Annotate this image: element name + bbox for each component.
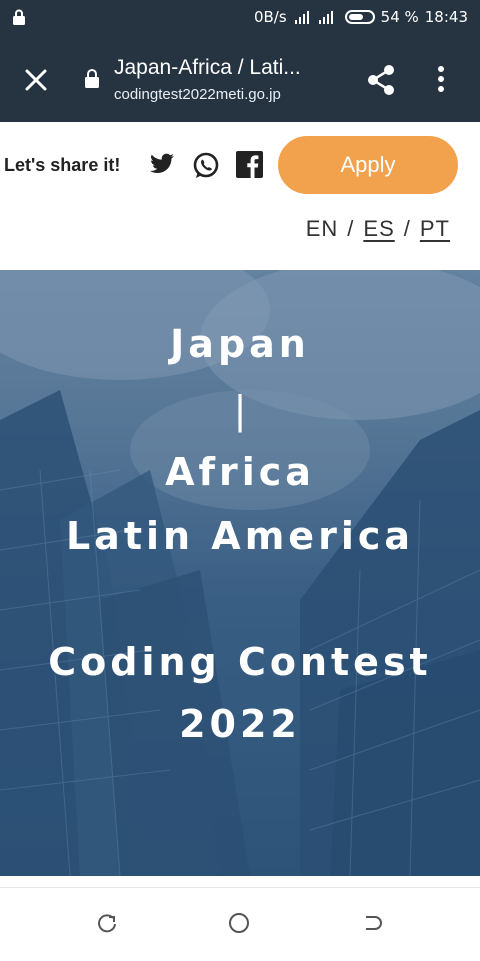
- hero-banner: Japan | Africa Latin America Coding Cont…: [0, 270, 480, 876]
- system-nav-bar: [0, 887, 480, 961]
- status-bar: 0B/s 54 % 18:43: [0, 0, 480, 36]
- lock-icon: [85, 69, 99, 88]
- hero-line-japan: Japan: [170, 322, 310, 366]
- hero-line-coding-contest: Coding Contest: [48, 640, 432, 684]
- hero-line-africa: Africa: [165, 450, 315, 494]
- page-title: Japan-Africa / Lati...: [114, 56, 301, 79]
- signal-icon: [294, 11, 333, 24]
- home-icon[interactable]: [228, 912, 250, 934]
- lang-separator: /: [347, 216, 355, 241]
- battery-level: 54 %: [380, 8, 419, 26]
- share-icon[interactable]: [366, 64, 396, 96]
- recent-apps-icon[interactable]: [96, 912, 118, 934]
- hero-divider: |: [233, 388, 247, 432]
- status-right: 0B/s 54 % 18:43: [254, 8, 468, 26]
- twitter-icon[interactable]: [148, 151, 176, 177]
- site-header: Let's share it! Apply EN / ES / PT: [0, 122, 480, 270]
- hero-line-latin-america: Latin America: [65, 514, 415, 558]
- share-label: Let's share it!: [4, 155, 121, 175]
- whatsapp-icon[interactable]: [191, 151, 221, 181]
- hero-line-year: 2022: [179, 702, 301, 746]
- back-icon[interactable]: [362, 912, 384, 934]
- lang-en[interactable]: EN: [306, 216, 339, 241]
- data-rate: 0B/s: [253, 8, 287, 26]
- clock: 18:43: [424, 8, 468, 26]
- lock-icon: [13, 9, 25, 25]
- close-icon[interactable]: [22, 66, 50, 94]
- lang-separator: /: [403, 216, 411, 241]
- battery-icon: [344, 10, 375, 24]
- page-url[interactable]: codingtest2022meti.go.jp: [114, 86, 281, 103]
- more-vert-icon[interactable]: [436, 64, 446, 94]
- apply-button[interactable]: Apply: [278, 136, 458, 194]
- lang-es[interactable]: ES: [363, 216, 394, 241]
- facebook-icon[interactable]: [236, 151, 263, 178]
- language-switcher: EN / ES / PT: [306, 216, 450, 242]
- browser-toolbar: Japan-Africa / Lati... codingtest2022met…: [0, 36, 480, 122]
- lang-pt[interactable]: PT: [420, 216, 450, 241]
